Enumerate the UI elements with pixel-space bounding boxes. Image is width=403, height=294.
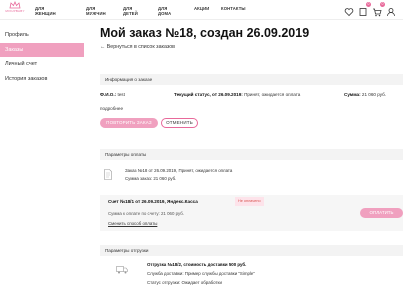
sidebar-item-account[interactable]: Личный счет (0, 57, 84, 71)
page-title: Мой заказ №18, создан 26.09.2019 (100, 26, 310, 40)
section-heading: Параметры отгрузки (100, 245, 403, 256)
change-payment-link[interactable]: Сменить способ оплаты (108, 221, 157, 226)
logo-text: MIXUPBABY (5, 9, 25, 13)
cart-count-badge: 0 (380, 2, 385, 7)
account-button[interactable] (386, 4, 396, 17)
document-icon (104, 169, 112, 180)
order-sum: Сумма: 21 060 руб. (344, 92, 386, 97)
nav-sales[interactable]: Акции (194, 6, 209, 11)
sum-value: 21 060 руб. (361, 92, 387, 97)
status-value: Принят, ожидается оплата (244, 92, 301, 97)
cancel-order-button[interactable]: Отменить (161, 118, 198, 128)
order-status: Текущий статус, от 26.09.2019: Принят, о… (174, 92, 300, 97)
cart-icon (373, 8, 382, 17)
fio-label: Ф.И.О.: (100, 92, 117, 97)
shipment-title: Отгрузка №18/2, стоимость доставки 500 р… (147, 262, 247, 267)
pay-button[interactable]: Оплатить (360, 208, 403, 218)
user-icon (387, 8, 395, 17)
site-logo[interactable]: MIXUPBABY (3, 1, 27, 19)
sum-label: Сумма: (344, 92, 361, 97)
shipping-section: Параметры отгрузки Отгрузка №18/2, стоим… (100, 245, 403, 294)
customer-name: Ф.И.О.: test (100, 92, 125, 97)
crown-icon (9, 1, 21, 9)
sidebar-item-orders[interactable]: Заказы (0, 42, 84, 57)
status-label: Текущий статус, от 26.09.2019: (174, 92, 243, 97)
heart-icon (344, 8, 354, 17)
nav-men[interactable]: Для мужчин (86, 6, 106, 16)
back-to-orders-link[interactable]: ← Вернуться в список заказов (100, 44, 175, 50)
account-sidebar: Профиль Заказы Личный счет История заказ… (0, 28, 84, 87)
site-header: MIXUPBABY Для женщин Для мужчин Для дете… (0, 0, 403, 20)
compare-icon (359, 8, 367, 16)
shipping-service: Служба доставки: Пример службы доставки … (147, 271, 255, 276)
invoice-box: Счет №18/1 от 26.09.2019, Яндекс.Касса Н… (100, 195, 403, 231)
payment-order-sum: Сумма заказ: 21 060 руб. (125, 176, 177, 181)
nav-kids[interactable]: Для детей (123, 6, 138, 16)
truck-icon (116, 266, 128, 274)
repeat-order-button[interactable]: Повторить заказ (100, 118, 158, 128)
shipping-status: Статус отгрузки: Ожидает обработки (147, 280, 222, 285)
nav-home[interactable]: Для дома (158, 6, 171, 16)
payment-order-line: Заказ №18 от 26.09.2019, Принят, ожидает… (125, 168, 233, 173)
nav-contacts[interactable]: Контакты (221, 6, 246, 11)
unpaid-badge: Не оплачено (235, 197, 264, 206)
section-heading: Параметры оплаты (100, 149, 403, 160)
section-heading: Информация о заказе (100, 74, 403, 85)
invoice-sum: Сумма к оплате по счету: 21 060 руб. (108, 211, 184, 216)
cart-button[interactable]: 0 (372, 2, 385, 17)
details-link[interactable]: подробнее (100, 106, 123, 111)
compare-count-badge: 0 (366, 2, 371, 7)
sidebar-item-order-history[interactable]: История заказов (0, 72, 84, 86)
wishlist-button[interactable] (344, 4, 354, 17)
nav-women[interactable]: Для женщин (35, 6, 56, 16)
sidebar-item-profile[interactable]: Профиль (0, 28, 84, 42)
fio-value: test (117, 92, 125, 97)
invoice-title: Счет №18/1 от 26.09.2019, Яндекс.Касса (108, 199, 198, 204)
compare-button[interactable]: 0 (358, 2, 371, 16)
